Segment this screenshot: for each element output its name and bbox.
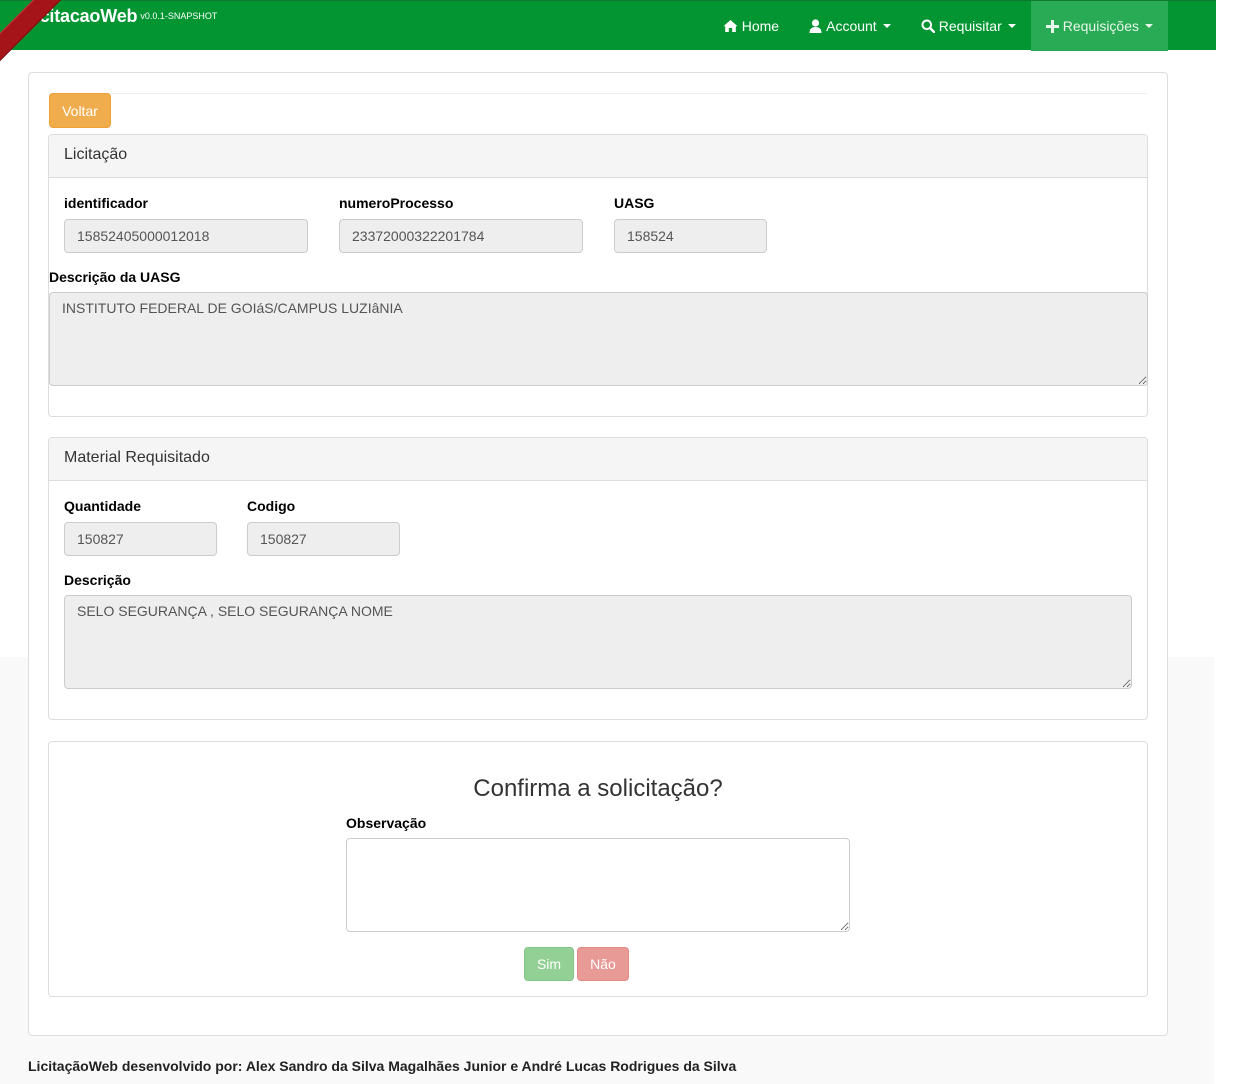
- numero-processo-field[interactable]: [339, 219, 583, 253]
- descricao-field[interactable]: SELO SEGURANÇA , SELO SEGURANÇA NOME: [64, 595, 1132, 689]
- user-icon: [809, 19, 822, 33]
- nav-menu: Home Account Requisitar Requisições: [708, 1, 1168, 51]
- descricao-uasg-field[interactable]: INSTITUTO FEDERAL DE GOIáS/CAMPUS LUZIâN…: [49, 292, 1148, 386]
- confirm-title: Confirma a solicitação?: [473, 775, 723, 802]
- footer-credits: LicitaçãoWeb desenvolvido por: Alex Sand…: [28, 1058, 737, 1074]
- home-icon: [723, 20, 738, 32]
- codigo-field[interactable]: [247, 522, 400, 556]
- uasg-field[interactable]: [614, 219, 767, 253]
- nav-home-label: Home: [741, 18, 780, 34]
- quantidade-label: Quantidade: [64, 498, 142, 514]
- voltar-button[interactable]: Voltar: [49, 93, 111, 128]
- nao-button[interactable]: Não: [577, 947, 629, 981]
- navbar: LicitacaoWeb v0.0.1-SNAPSHOT Home Account…: [0, 0, 1216, 73]
- uasg-label: UASG: [614, 195, 655, 211]
- nav-requisicoes[interactable]: Requisições: [1030, 1, 1168, 51]
- nav-account[interactable]: Account: [794, 1, 906, 51]
- identificador-label: identificador: [64, 195, 149, 211]
- main-container: Voltar Licitação identificador numeroPro…: [28, 72, 1168, 1036]
- brand-version: v0.0.1-SNAPSHOT: [140, 11, 218, 21]
- nav-requisicoes-label: Requisições: [1062, 18, 1139, 34]
- search-icon: [921, 19, 935, 33]
- codigo-label: Codigo: [247, 498, 296, 514]
- observacao-field[interactable]: [346, 838, 850, 932]
- licitacao-panel: Licitação identificador numeroProcesso U…: [48, 134, 1148, 417]
- sim-button[interactable]: Sim: [524, 947, 574, 981]
- brand[interactable]: LicitacaoWeb v0.0.1-SNAPSHOT: [24, 6, 217, 27]
- material-panel-title: Material Requisitado: [49, 438, 1147, 481]
- descricao-label: Descrição: [64, 572, 131, 588]
- nav-account-label: Account: [826, 18, 877, 34]
- confirm-panel: Confirma a solicitação? Observação Sim N…: [48, 741, 1148, 997]
- nav-home[interactable]: Home: [708, 1, 794, 51]
- observacao-label: Observação: [346, 815, 427, 831]
- plus-icon: [1045, 19, 1059, 33]
- numero-processo-label: numeroProcesso: [339, 195, 454, 211]
- divider: [49, 93, 1147, 94]
- licitacao-panel-title: Licitação: [49, 135, 1147, 178]
- descricao-uasg-label: Descrição da UASG: [49, 269, 181, 285]
- chevron-down-icon: [1145, 24, 1153, 28]
- identificador-field[interactable]: [64, 219, 308, 253]
- chevron-down-icon: [882, 24, 891, 28]
- nav-requisitar[interactable]: Requisitar: [906, 1, 1031, 51]
- material-panel: Material Requisitado Quantidade Codigo D…: [48, 437, 1148, 720]
- chevron-down-icon: [1007, 24, 1016, 28]
- nav-requisitar-label: Requisitar: [938, 18, 1002, 34]
- quantidade-field[interactable]: [64, 522, 217, 556]
